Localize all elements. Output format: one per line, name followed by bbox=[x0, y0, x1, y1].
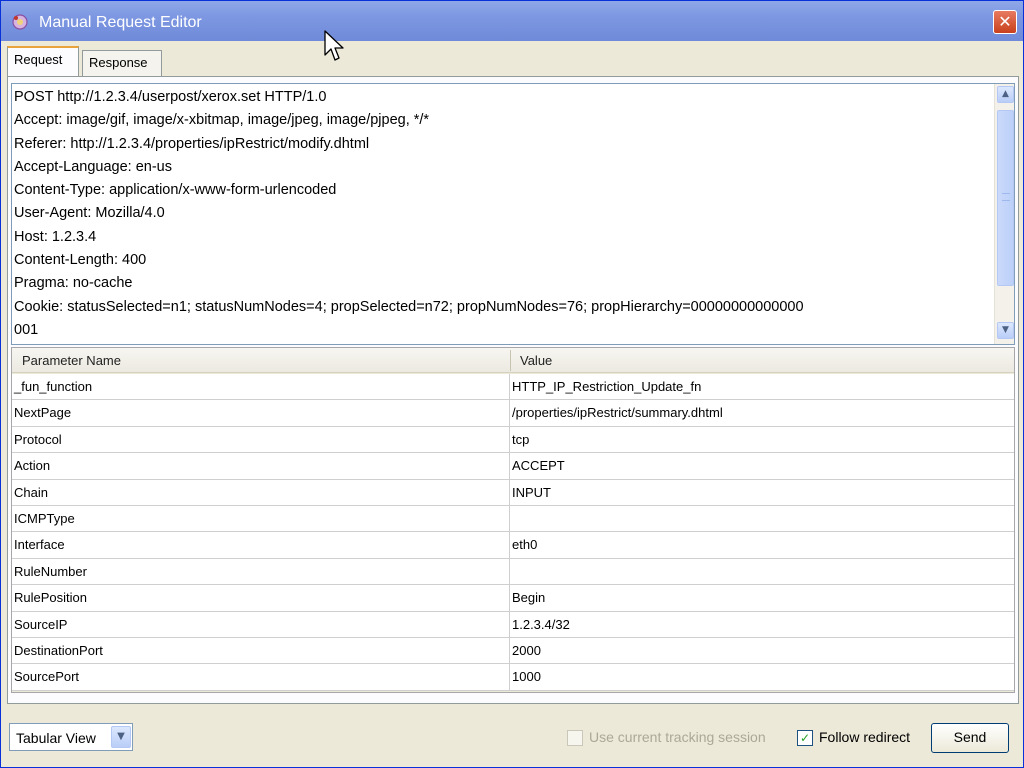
use-tracking-session-label: Use current tracking session bbox=[589, 729, 766, 745]
column-divider[interactable] bbox=[510, 350, 511, 371]
parameter-name-cell[interactable]: Interface bbox=[14, 537, 65, 552]
parameter-value-cell[interactable]: ACCEPT bbox=[512, 458, 565, 473]
request-panel: POST http://1.2.3.4/userpost/xerox.set H… bbox=[7, 76, 1019, 704]
parameter-value-cell[interactable]: Begin bbox=[512, 590, 545, 605]
table-row[interactable]: Protocol tcp bbox=[12, 426, 1014, 454]
view-mode-select[interactable]: Tabular View ▼ bbox=[9, 723, 133, 751]
title-bar[interactable]: Manual Request Editor ✕ bbox=[1, 1, 1023, 41]
cell-divider bbox=[509, 664, 510, 690]
close-icon: ✕ bbox=[998, 12, 1012, 31]
raw-request-text[interactable]: POST http://1.2.3.4/userpost/xerox.set H… bbox=[14, 86, 992, 342]
parameter-name-cell[interactable]: Chain bbox=[14, 485, 48, 500]
chevron-down-icon: ▼ bbox=[117, 731, 125, 742]
parameter-name-cell[interactable]: SourcePort bbox=[14, 669, 79, 684]
scroll-down-button[interactable]: ▼ bbox=[997, 322, 1014, 339]
column-header-parameter-name[interactable]: Parameter Name bbox=[22, 353, 121, 368]
cell-divider bbox=[509, 453, 510, 479]
cell-divider bbox=[509, 426, 510, 453]
column-header-value[interactable]: Value bbox=[520, 353, 552, 368]
parameter-name-cell[interactable]: RuleNumber bbox=[14, 564, 87, 579]
use-tracking-session-checkbox[interactable] bbox=[567, 730, 583, 746]
table-row[interactable]: RuleNumber bbox=[12, 558, 1014, 586]
parameter-name-cell[interactable]: DestinationPort bbox=[14, 643, 103, 658]
parameter-value-cell[interactable]: 1000 bbox=[512, 669, 541, 684]
scroll-grip-icon bbox=[1002, 193, 1010, 201]
parameter-name-cell[interactable]: Protocol bbox=[14, 432, 62, 447]
cell-divider bbox=[509, 585, 510, 611]
dropdown-button[interactable]: ▼ bbox=[111, 726, 131, 748]
raw-request-editor[interactable]: POST http://1.2.3.4/userpost/xerox.set H… bbox=[11, 83, 1015, 345]
parameter-value-cell[interactable]: 1.2.3.4/32 bbox=[512, 617, 570, 632]
cell-divider bbox=[509, 532, 510, 558]
scroll-up-button[interactable]: ▲ bbox=[997, 86, 1014, 103]
cell-divider bbox=[509, 637, 510, 664]
cell-divider bbox=[509, 400, 510, 426]
parameter-value-cell[interactable]: INPUT bbox=[512, 485, 551, 500]
cell-divider bbox=[509, 611, 510, 637]
follow-redirect-label: Follow redirect bbox=[819, 729, 911, 745]
send-button-label: Send bbox=[953, 729, 987, 745]
manual-request-editor-window: Manual Request Editor ✕ Request Response… bbox=[0, 0, 1024, 768]
cell-divider bbox=[509, 479, 510, 505]
chevron-up-icon: ▲ bbox=[1002, 89, 1009, 99]
parameter-name-cell[interactable]: SourceIP bbox=[14, 617, 67, 632]
view-mode-value: Tabular View bbox=[16, 730, 96, 746]
window-title: Manual Request Editor bbox=[39, 14, 202, 31]
mouse-cursor-icon bbox=[324, 30, 344, 61]
parameter-value-cell[interactable]: 2000 bbox=[512, 643, 541, 658]
checkmark-icon: ✓ bbox=[799, 731, 811, 745]
cell-divider bbox=[509, 505, 510, 532]
table-body: _fun_function HTTP_IP_Restriction_Update_… bbox=[12, 374, 1014, 691]
table-row[interactable]: RulePosition Begin bbox=[12, 585, 1014, 612]
parameter-value-cell[interactable]: HTTP_IP_Restriction_Update_fn bbox=[512, 379, 701, 394]
table-row[interactable]: DestinationPort 2000 bbox=[12, 637, 1014, 665]
parameter-name-cell[interactable]: ICMPType bbox=[14, 511, 75, 526]
parameters-table: Parameter Name Value _fun_function HTTP_I… bbox=[11, 347, 1015, 693]
request-scrollbar[interactable]: ▲ ▼ bbox=[994, 84, 1014, 344]
table-header: Parameter Name Value bbox=[12, 348, 1014, 373]
table-row[interactable]: Interface eth0 bbox=[12, 532, 1014, 559]
parameter-value-cell[interactable]: /properties/ipRestrict/summary.dhtml bbox=[512, 405, 723, 420]
tab-response-label: Response bbox=[89, 55, 148, 70]
parameter-value-cell[interactable]: tcp bbox=[512, 432, 529, 447]
table-row[interactable]: Chain INPUT bbox=[12, 479, 1014, 506]
follow-redirect-checkbox[interactable]: ✓ bbox=[797, 730, 813, 746]
app-icon bbox=[12, 14, 28, 30]
tab-response[interactable]: Response bbox=[82, 50, 162, 76]
cell-divider bbox=[509, 374, 510, 400]
table-row[interactable]: ICMPType bbox=[12, 505, 1014, 533]
parameter-name-cell[interactable]: RulePosition bbox=[14, 590, 87, 605]
table-row[interactable]: SourceIP 1.2.3.4/32 bbox=[12, 611, 1014, 638]
scroll-thumb[interactable] bbox=[997, 110, 1014, 286]
parameter-name-cell[interactable]: _fun_function bbox=[14, 379, 92, 394]
tab-request[interactable]: Request bbox=[7, 46, 79, 76]
send-button[interactable]: Send bbox=[931, 723, 1009, 753]
table-row[interactable]: SourcePort 1000 bbox=[12, 664, 1014, 691]
bottom-toolbar: Tabular View ▼ Use current tracking sess… bbox=[7, 719, 1019, 759]
close-button[interactable]: ✕ bbox=[993, 10, 1017, 34]
table-row[interactable]: _fun_function HTTP_IP_Restriction_Update_… bbox=[12, 374, 1014, 401]
parameter-name-cell[interactable]: NextPage bbox=[14, 405, 71, 420]
table-row[interactable]: Action ACCEPT bbox=[12, 453, 1014, 480]
table-row[interactable]: NextPage/properties/ipRestrict/summary.d… bbox=[12, 400, 1014, 427]
parameter-value-cell[interactable]: eth0 bbox=[512, 537, 537, 552]
chevron-down-icon: ▼ bbox=[1002, 325, 1009, 335]
parameter-name-cell[interactable]: Action bbox=[14, 458, 50, 473]
tab-request-label: Request bbox=[14, 52, 63, 67]
cell-divider bbox=[509, 558, 510, 585]
